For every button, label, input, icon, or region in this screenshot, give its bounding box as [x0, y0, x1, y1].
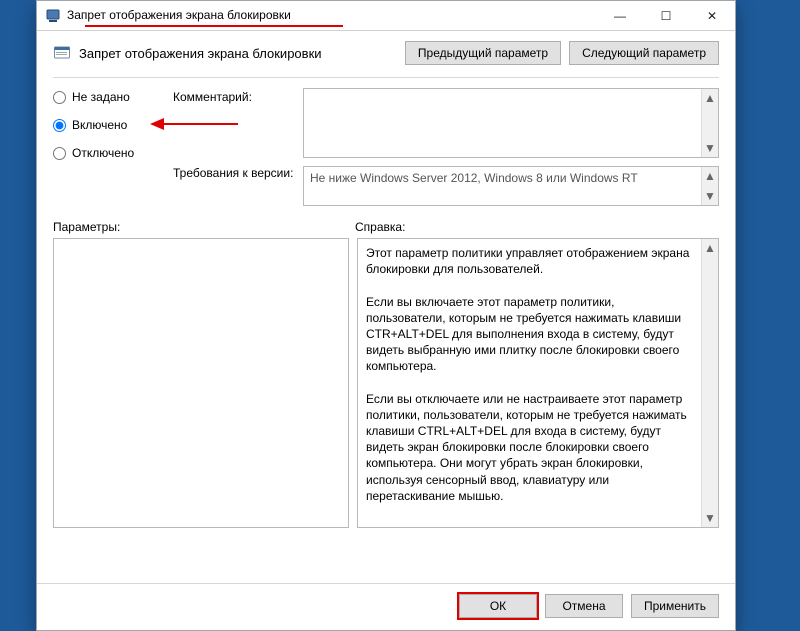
policy-name: Запрет отображения экрана блокировки [79, 46, 322, 61]
options-label: Параметры: [53, 220, 355, 234]
scrollbar: ▲ ▼ [701, 167, 718, 205]
comment-textarea[interactable]: ▲ ▼ [303, 88, 719, 158]
maximize-button[interactable]: ☐ [643, 1, 689, 30]
scroll-up-icon[interactable]: ▲ [704, 91, 716, 105]
apply-button[interactable]: Применить [631, 594, 719, 618]
requirements-label: Требования к версии: [173, 166, 293, 180]
radio-not-configured-input[interactable] [53, 91, 66, 104]
dialog-footer: ОК Отмена Применить [37, 583, 735, 630]
scroll-up-icon[interactable]: ▲ [704, 241, 716, 255]
settings-grid: Не задано Включено Отключено Комментарий… [53, 88, 719, 206]
policy-header: Запрет отображения экрана блокировки Пре… [53, 41, 719, 65]
radio-not-configured[interactable]: Не задано [53, 90, 163, 104]
help-paragraph: Если вы включаете этот параметр политики… [366, 295, 681, 374]
radio-enabled-label[interactable]: Включено [72, 118, 127, 132]
help-text: Этот параметр политики управляет отображ… [358, 239, 718, 527]
previous-setting-button[interactable]: Предыдущий параметр [405, 41, 561, 65]
scroll-up-icon: ▲ [704, 169, 716, 183]
help-pane: Этот параметр политики управляет отображ… [357, 238, 719, 528]
divider [53, 77, 719, 78]
gpo-editor-window: Запрет отображения экрана блокировки — ☐… [36, 0, 736, 631]
field-values: ▲ ▼ Не ниже Windows Server 2012, Windows… [303, 88, 719, 206]
app-icon [45, 8, 61, 24]
lower-section-labels: Параметры: Справка: [53, 220, 719, 234]
scroll-down-icon: ▼ [704, 189, 716, 203]
radio-not-configured-label[interactable]: Не задано [72, 90, 130, 104]
policy-icon [53, 44, 71, 62]
field-labels: Комментарий: Требования к версии: [173, 88, 293, 206]
requirements-value: Не ниже Windows Server 2012, Windows 8 и… [304, 167, 718, 205]
comment-value[interactable] [304, 89, 718, 157]
radio-disabled[interactable]: Отключено [53, 146, 163, 160]
titlebar: Запрет отображения экрана блокировки — ☐… [37, 1, 735, 31]
scroll-down-icon[interactable]: ▼ [704, 141, 716, 155]
window-title: Запрет отображения экрана блокировки [67, 8, 291, 24]
close-button[interactable]: ✕ [689, 1, 735, 30]
next-setting-button[interactable]: Следующий параметр [569, 41, 719, 65]
radio-disabled-input[interactable] [53, 147, 66, 160]
comment-label: Комментарий: [173, 90, 293, 104]
options-pane [53, 238, 349, 528]
window-controls: — ☐ ✕ [597, 1, 735, 30]
radio-enabled[interactable]: Включено [53, 118, 163, 132]
help-paragraph: Этот параметр политики управляет отображ… [366, 246, 689, 276]
state-radio-group: Не задано Включено Отключено [53, 88, 163, 206]
content-area: Запрет отображения экрана блокировки Пре… [37, 31, 735, 583]
lower-panes: Этот параметр политики управляет отображ… [53, 238, 719, 583]
minimize-button[interactable]: — [597, 1, 643, 30]
ok-button[interactable]: ОК [459, 594, 537, 618]
requirements-box: Не ниже Windows Server 2012, Windows 8 и… [303, 166, 719, 206]
cancel-button[interactable]: Отмена [545, 594, 623, 618]
scroll-down-icon[interactable]: ▼ [704, 511, 716, 525]
annotation-underline [85, 25, 343, 27]
help-paragraph: Если вы отключаете или не настраиваете э… [366, 392, 687, 503]
help-label: Справка: [355, 220, 405, 234]
scrollbar[interactable]: ▲ ▼ [701, 239, 718, 527]
radio-disabled-label[interactable]: Отключено [72, 146, 134, 160]
scrollbar[interactable]: ▲ ▼ [701, 89, 718, 157]
radio-enabled-input[interactable] [53, 119, 66, 132]
